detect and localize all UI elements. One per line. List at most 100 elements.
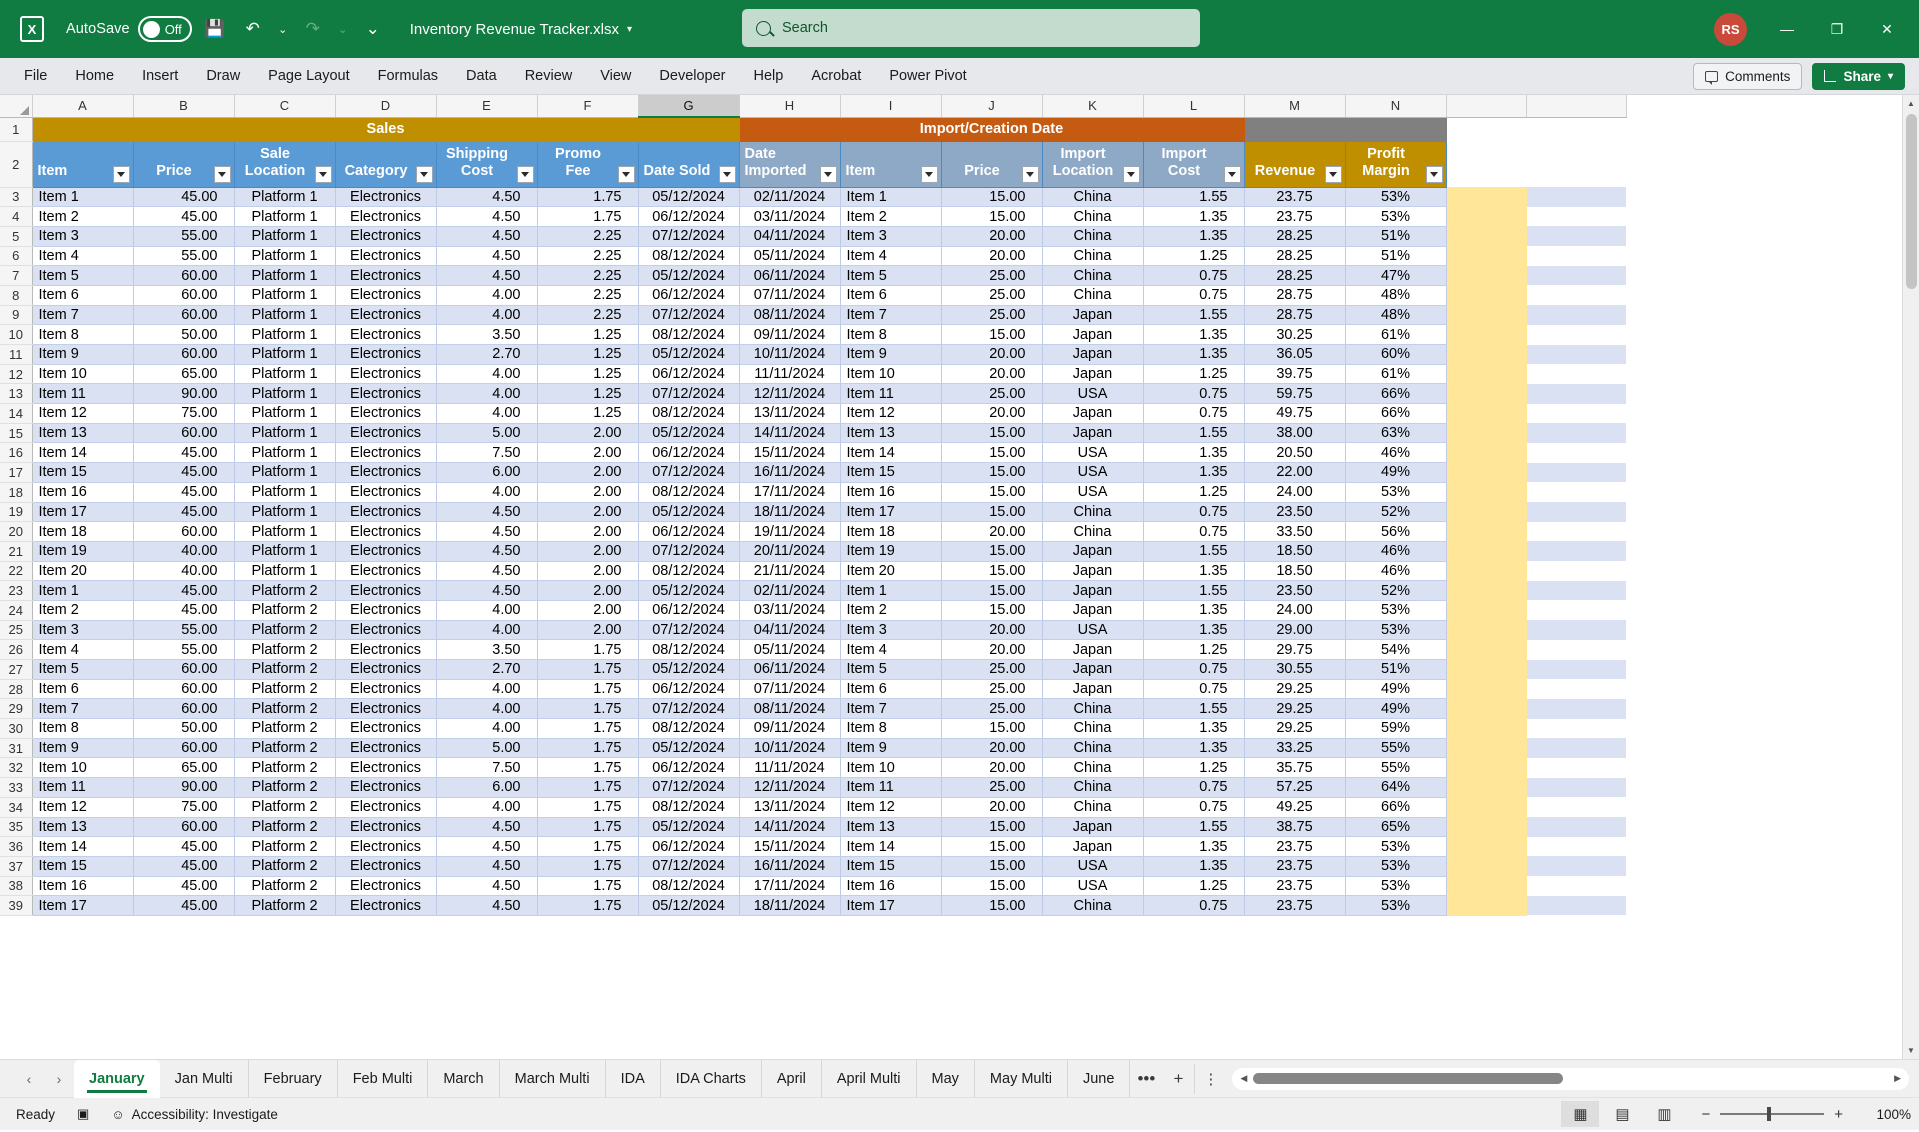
filter-dropdown-icon[interactable]: [1324, 165, 1342, 183]
cell[interactable]: 08/12/2024: [638, 246, 740, 267]
cell[interactable]: Japan: [1042, 600, 1144, 621]
table-row[interactable]: 5 Item 3 55.00 Platform 1 Electronics 4.50 2.2…: [0, 226, 1626, 247]
cell[interactable]: Item 11: [32, 777, 134, 798]
cell[interactable]: Item 4: [840, 639, 942, 660]
cell-empty[interactable]: [1526, 600, 1626, 621]
cell[interactable]: 59%: [1345, 718, 1447, 739]
cell[interactable]: 4.00: [436, 403, 538, 424]
cell[interactable]: 23.75: [1244, 836, 1346, 857]
cell[interactable]: Japan: [1042, 305, 1144, 326]
cell[interactable]: 23.75: [1244, 856, 1346, 877]
cell[interactable]: 15/11/2024: [739, 836, 841, 857]
cell[interactable]: Platform 1: [234, 383, 336, 405]
cell[interactable]: 1.25: [537, 364, 639, 385]
cell[interactable]: 1.55: [1143, 305, 1245, 326]
ribbon-tab-insert[interactable]: Insert: [128, 58, 192, 94]
table-row[interactable]: 17 Item 15 45.00 Platform 1 Electronics 6.00 2…: [0, 462, 1626, 483]
cell[interactable]: Item 15: [840, 462, 942, 483]
cell[interactable]: 15/11/2024: [739, 442, 841, 464]
cell[interactable]: 53%: [1345, 187, 1447, 208]
table-row[interactable]: 33 Item 11 90.00 Platform 2 Electronics 6.00 1…: [0, 777, 1626, 798]
ribbon-tab-power-pivot[interactable]: Power Pivot: [875, 58, 980, 94]
cell[interactable]: Electronics: [335, 580, 437, 601]
cell[interactable]: 1.35: [1143, 462, 1245, 483]
table-row[interactable]: 15 Item 13 60.00 Platform 1 Electronics 5.00 2…: [0, 423, 1626, 444]
cell-empty[interactable]: [1526, 462, 1626, 483]
column-header-L[interactable]: L: [1143, 95, 1245, 118]
cell-highlight[interactable]: [1446, 679, 1527, 700]
cell[interactable]: Platform 1: [234, 403, 336, 424]
cell[interactable]: Item 4: [840, 246, 942, 267]
cell[interactable]: Item 1: [840, 187, 942, 208]
sheet-options-button[interactable]: ⋮: [1194, 1063, 1226, 1094]
cell[interactable]: 45.00: [133, 187, 235, 208]
cell[interactable]: 60%: [1345, 344, 1447, 365]
cell[interactable]: Item 5: [840, 265, 942, 286]
cell[interactable]: 1.35: [1143, 206, 1245, 227]
cell[interactable]: 07/12/2024: [638, 541, 740, 562]
cell[interactable]: 65%: [1345, 817, 1447, 838]
cell[interactable]: 05/12/2024: [638, 580, 740, 601]
cell[interactable]: 20.00: [941, 639, 1043, 660]
cell[interactable]: 4.00: [436, 698, 538, 720]
cell[interactable]: Electronics: [335, 344, 437, 365]
cell-highlight[interactable]: [1446, 856, 1527, 877]
hscroll-right-icon[interactable]: ▶: [1894, 1073, 1901, 1084]
row-header-4[interactable]: 4: [0, 206, 33, 227]
row-header-24[interactable]: 24: [0, 600, 33, 621]
cell[interactable]: Item 20: [840, 561, 942, 582]
cell-empty[interactable]: [1526, 383, 1626, 404]
cell[interactable]: 2.25: [537, 226, 639, 247]
cell[interactable]: Platform 2: [234, 895, 336, 916]
cell[interactable]: 05/12/2024: [638, 659, 740, 680]
sheet-tab-jan-multi[interactable]: Jan Multi: [160, 1059, 249, 1098]
cell[interactable]: Japan: [1042, 364, 1144, 385]
cell[interactable]: 75.00: [133, 403, 235, 424]
cell[interactable]: 60.00: [133, 698, 235, 720]
cell[interactable]: 1.75: [537, 777, 639, 798]
filter-dropdown-icon[interactable]: [1425, 165, 1443, 183]
table-row[interactable]: 13 Item 11 90.00 Platform 1 Electronics 4.00 1…: [0, 383, 1626, 405]
cell[interactable]: 21/11/2024: [739, 561, 841, 582]
cell[interactable]: Platform 1: [234, 226, 336, 247]
cell[interactable]: Electronics: [335, 718, 437, 739]
column-header-N[interactable]: N: [1345, 95, 1447, 118]
cell[interactable]: Item 4: [32, 246, 134, 267]
cell[interactable]: 06/12/2024: [638, 285, 740, 306]
filter-dropdown-icon[interactable]: [213, 165, 231, 183]
cell[interactable]: Electronics: [335, 246, 437, 267]
cell[interactable]: Platform 1: [234, 285, 336, 306]
cell[interactable]: Item 5: [32, 659, 134, 680]
cell[interactable]: USA: [1042, 383, 1144, 405]
cell-highlight[interactable]: [1446, 502, 1527, 523]
cell[interactable]: 35.75: [1244, 757, 1346, 779]
cell[interactable]: 28.75: [1244, 285, 1346, 306]
cell[interactable]: 30.25: [1244, 324, 1346, 345]
cell[interactable]: 1.35: [1143, 856, 1245, 877]
cell[interactable]: Item 5: [840, 659, 942, 680]
cell[interactable]: Item 11: [32, 383, 134, 405]
cell[interactable]: Item 9: [840, 738, 942, 759]
sheet-tab-january[interactable]: January: [74, 1059, 160, 1098]
cell[interactable]: 45.00: [133, 856, 235, 877]
cell[interactable]: Item 1: [32, 187, 134, 208]
column-header-H[interactable]: H: [739, 95, 841, 118]
cell[interactable]: USA: [1042, 482, 1144, 503]
cell[interactable]: 14/11/2024: [739, 423, 841, 444]
cell[interactable]: 1.35: [1143, 718, 1245, 739]
cell[interactable]: 0.75: [1143, 285, 1245, 306]
cell[interactable]: 2.00: [537, 502, 639, 523]
table-row[interactable]: 37 Item 15 45.00 Platform 2 Electronics 4.50 1…: [0, 856, 1626, 877]
cell[interactable]: USA: [1042, 620, 1144, 641]
cell-highlight[interactable]: [1446, 246, 1527, 267]
sheet-tab-march-multi[interactable]: March Multi: [500, 1059, 606, 1098]
cell[interactable]: 4.50: [436, 246, 538, 267]
cell[interactable]: Item 10: [32, 364, 134, 385]
cell[interactable]: 06/12/2024: [638, 836, 740, 857]
row-header-35[interactable]: 35: [0, 817, 33, 838]
cell[interactable]: 05/12/2024: [638, 738, 740, 759]
cell[interactable]: Japan: [1042, 403, 1144, 424]
cell[interactable]: 4.50: [436, 580, 538, 601]
cell[interactable]: Item 18: [840, 521, 942, 542]
cell[interactable]: 20.00: [941, 403, 1043, 424]
